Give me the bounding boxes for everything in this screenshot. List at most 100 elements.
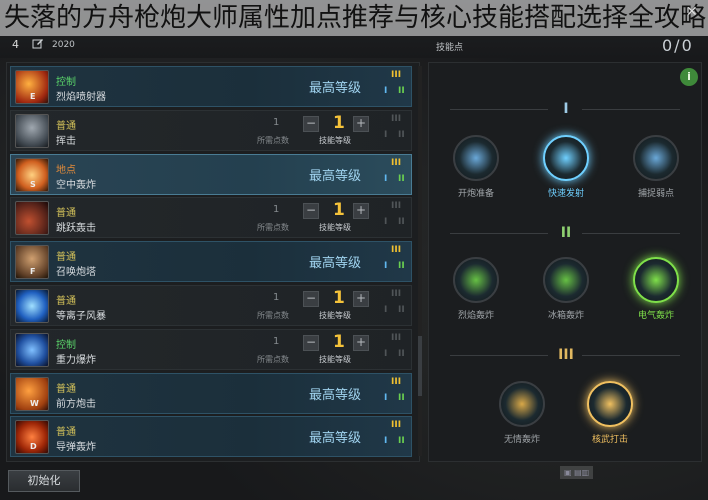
level-increase-button[interactable]: +	[353, 334, 369, 351]
tripod-node[interactable]	[587, 381, 633, 427]
tier-mark-i: I	[384, 173, 388, 184]
tripod-node[interactable]	[543, 257, 589, 303]
skill-row[interactable]: 普通 挥击 1 所需点数 −1 + 技能等级 III I II	[10, 109, 412, 151]
skill-row[interactable]: S 地点 空中轰炸 最高等级 III I II	[10, 153, 412, 195]
max-level-label: 最高等级	[309, 81, 362, 96]
skill-level-label: 技能等级	[319, 354, 351, 364]
max-level-label: 最高等级	[309, 256, 362, 272]
tier-divider	[582, 109, 680, 110]
skill-row[interactable]: 普通 跳跃轰击 1 所需点数 −1 + 技能等级 III I II	[10, 197, 412, 239]
level-decrease-button[interactable]: −	[303, 291, 319, 307]
tripod-node[interactable]	[453, 135, 499, 181]
skill-row[interactable]: 普通 等离子风暴 1 所需点数 −1 + 技能等级 III I II	[10, 285, 412, 326]
tier-mark-ii: II	[398, 86, 405, 96]
tier-divider	[450, 109, 548, 110]
tripod-tier-indicator: III I II	[383, 158, 411, 194]
skill-hotkey: F	[30, 267, 36, 277]
tier-mark-ii: II	[398, 348, 405, 359]
tripod-tier-indicator: III I II	[383, 201, 411, 237]
tier-mark-i: I	[384, 86, 388, 96]
tier-mark-i: I	[384, 129, 388, 140]
tripod-node[interactable]	[453, 257, 499, 303]
tier-divider	[582, 355, 680, 356]
skill-hotkey: D	[30, 442, 37, 452]
skill-name: 空中轰炸	[56, 179, 96, 191]
skill-level-label: 技能等级	[319, 311, 351, 320]
tripod-tier-indicator: III I II	[383, 289, 411, 325]
skill-hotkey: S	[30, 179, 36, 189]
skill-row[interactable]: 控制 重力爆炸 1 所需点数 −1 + 技能等级 III I II	[10, 328, 412, 370]
level-decrease-button[interactable]: −	[303, 334, 319, 351]
level-increase-button[interactable]: +	[353, 291, 369, 307]
required-points-label: 所需点数	[257, 135, 289, 145]
tier-mark-i: I	[384, 436, 388, 447]
tripod-node-label: 开炮准备	[457, 189, 494, 199]
skill-points-label: 技能点	[436, 43, 464, 53]
skill-hotkey: E	[30, 92, 36, 101]
info-icon[interactable]: i	[680, 68, 698, 86]
skill-type: 普通	[56, 120, 76, 132]
tier-mark-i: I	[384, 348, 388, 359]
tripod-node-label: 烈焰轰炸	[457, 311, 494, 321]
tier-mark-i: I	[384, 261, 388, 272]
tier-badge-ii: II	[560, 225, 572, 241]
tier-divider	[450, 233, 548, 234]
tier-mark-iii: III	[391, 332, 402, 343]
level-increase-button[interactable]: +	[353, 115, 369, 132]
reset-button[interactable]: 初始化	[8, 470, 80, 492]
skill-row[interactable]: D 普通 导弹轰炸 最高等级 III I II	[10, 416, 412, 458]
skill-icon	[15, 113, 49, 148]
tier-mark-ii: II	[398, 305, 405, 315]
skill-level-value: 1	[333, 200, 345, 221]
level-decrease-button[interactable]: −	[303, 115, 319, 132]
required-points-value: 1	[273, 292, 280, 303]
preset-year: 2020	[52, 40, 75, 50]
skill-row[interactable]: F 普通 召唤炮塔 最高等级 III I II	[10, 241, 412, 283]
watermark: ▣ ▤▥	[560, 466, 594, 479]
tier-mark-i: I	[384, 392, 388, 403]
skill-row[interactable]: E 控制 烈焰喷射器 最高等级 III I II	[10, 66, 412, 107]
tier-mark-ii: II	[398, 436, 405, 447]
max-level-label: 最高等级	[309, 168, 362, 184]
tripod-node-label: 核武打击	[591, 435, 628, 445]
tripod-tier-indicator: III I II	[383, 114, 411, 150]
tripod-node[interactable]	[543, 135, 589, 181]
skill-level-label: 技能等级	[319, 135, 351, 145]
tripod-node-label: 捕捉弱点	[637, 189, 674, 199]
tripod-tier-indicator: III I II	[383, 70, 411, 106]
tripod-node[interactable]	[633, 135, 679, 181]
tripod-tier-indicator: III I II	[383, 333, 411, 369]
tier-badge-i: I	[563, 101, 569, 117]
required-points-label: 所需点数	[257, 223, 289, 233]
level-decrease-button[interactable]: −	[303, 203, 319, 220]
skill-level-value: 1	[333, 288, 345, 308]
max-level-label: 最高等级	[309, 431, 362, 447]
tier-mark-iii: III	[391, 201, 402, 212]
skill-level-label: 技能等级	[319, 223, 351, 233]
skill-hotkey: W	[30, 398, 39, 408]
required-points-value: 1	[273, 116, 280, 128]
close-icon[interactable]: ✕	[686, 4, 698, 20]
edit-icon[interactable]	[32, 37, 44, 49]
tier-mark-ii: II	[398, 261, 405, 272]
skill-row[interactable]: W 普通 前方炮击 最高等级 III I II	[10, 372, 412, 414]
tripod-node[interactable]	[499, 381, 545, 427]
tier-mark-ii: II	[398, 129, 405, 140]
skill-icon: F	[15, 245, 49, 280]
skill-icon: S	[15, 157, 49, 192]
skill-level-value: 1	[333, 331, 345, 352]
skill-name: 重力爆炸	[56, 354, 96, 366]
tier-badge-iii: III	[558, 347, 574, 363]
skill-list-scrollbar[interactable]	[418, 66, 422, 456]
level-increase-button[interactable]: +	[353, 203, 369, 220]
tripod-tier-indicator: III I II	[383, 420, 411, 456]
tripod-node-label: 无情轰炸	[503, 435, 540, 445]
level-number: 4	[12, 38, 19, 51]
required-points-label: 所需点数	[257, 311, 289, 320]
tier-mark-i: I	[384, 305, 388, 315]
tripod-node[interactable]	[633, 257, 679, 303]
tier-mark-i: I	[384, 217, 388, 228]
skill-name: 烈焰喷射器	[56, 92, 106, 103]
scrollbar-thumb[interactable]	[418, 336, 422, 396]
skill-type: 普通	[56, 427, 76, 439]
